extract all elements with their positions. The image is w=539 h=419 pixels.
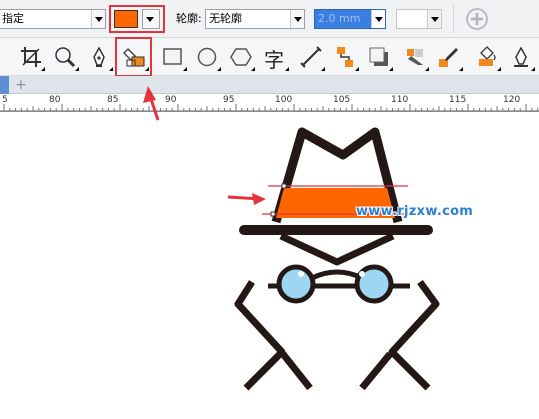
ruler-label: 120 (503, 95, 521, 105)
dimension-tool-button[interactable] (296, 42, 326, 72)
ruler-label: 100 (275, 95, 293, 105)
outline-pen-tool-icon (514, 46, 528, 67)
text-tool-button[interactable]: 字 (260, 42, 290, 72)
connector-tool-icon (337, 47, 353, 67)
watermark-text: www.rjzxw.com (356, 204, 474, 219)
ruler-label: 85 (107, 95, 119, 105)
add-preset-button[interactable] (466, 8, 488, 30)
smart-fill-highlight-box (115, 37, 152, 77)
rectangle-tool-icon (163, 48, 182, 65)
crop-tool-icon (21, 47, 41, 67)
chevron-down-icon[interactable] (427, 10, 441, 28)
transparency-tool-icon (407, 49, 423, 65)
ruler-label: 5 (2, 95, 8, 105)
document-tab-bar: + (0, 76, 539, 94)
eyedropper-tool-icon (439, 48, 458, 67)
fill-mode-value: 指定 (2, 12, 24, 25)
polygon-tool-button[interactable] (226, 42, 256, 72)
shadow-tool-icon (369, 47, 388, 66)
outline-select[interactable]: 无轮廓 (205, 9, 305, 29)
outline-label: 轮廓: (176, 12, 202, 25)
property-bar: 指定 轮廓: 无轮廓 2.0 mm (0, 0, 539, 38)
outline-pen-tool-button[interactable] (506, 42, 536, 72)
outline-width-input[interactable]: 2.0 mm (314, 9, 386, 29)
fill-mode-select[interactable]: 指定 (0, 9, 106, 29)
separator (453, 5, 454, 33)
zoom-tool-icon (55, 47, 76, 68)
ellipse-tool-icon (197, 47, 217, 67)
horizontal-ruler[interactable]: 5 80 85 90 95 100 105 110 115 120 (0, 94, 539, 112)
ruler-label: 105 (333, 95, 351, 105)
coreldraw-window: 指定 轮廓: 无轮廓 2.0 mm 字 + 5 80 85 90 95 100 … (0, 0, 539, 419)
transparency-tool-button[interactable] (400, 42, 430, 72)
rectangle-tool-button[interactable] (158, 42, 188, 72)
pen-tool-icon (93, 46, 105, 67)
chevron-down-icon[interactable] (91, 10, 105, 28)
ruler-label: 115 (449, 95, 467, 105)
ruler-label: 110 (391, 95, 409, 105)
ruler-label: 95 (223, 95, 235, 105)
fill-color-highlight-box (109, 5, 165, 33)
drawing-canvas[interactable] (0, 112, 539, 419)
eyedropper-tool-button[interactable] (434, 42, 464, 72)
chevron-down-icon[interactable] (371, 10, 385, 28)
interactive-fill-tool-button[interactable] (472, 42, 502, 72)
outline-color-select[interactable] (396, 9, 442, 29)
plus-icon (471, 13, 483, 25)
dimension-tool-icon (300, 46, 322, 68)
ellipse-tool-button[interactable] (192, 42, 222, 72)
outline-width-value: 2.0 mm (318, 12, 361, 25)
polygon-tool-icon (230, 48, 252, 66)
new-tab-icon[interactable]: + (15, 77, 27, 93)
pen-tool-button[interactable] (84, 42, 114, 72)
chevron-down-icon[interactable] (290, 10, 304, 28)
active-document-tab[interactable] (0, 76, 9, 94)
connector-tool-button[interactable] (330, 42, 360, 72)
ruler-label: 80 (49, 95, 61, 105)
ruler-label: 90 (165, 95, 177, 105)
toolbox: 字 (0, 37, 539, 77)
crop-tool-button[interactable] (16, 42, 46, 72)
zoom-tool-button[interactable] (50, 42, 80, 72)
outline-value: 无轮廓 (209, 12, 242, 25)
text-tool-icon: 字 (264, 48, 284, 72)
shadow-tool-button[interactable] (364, 42, 394, 72)
fill-tool-icon (479, 46, 496, 66)
